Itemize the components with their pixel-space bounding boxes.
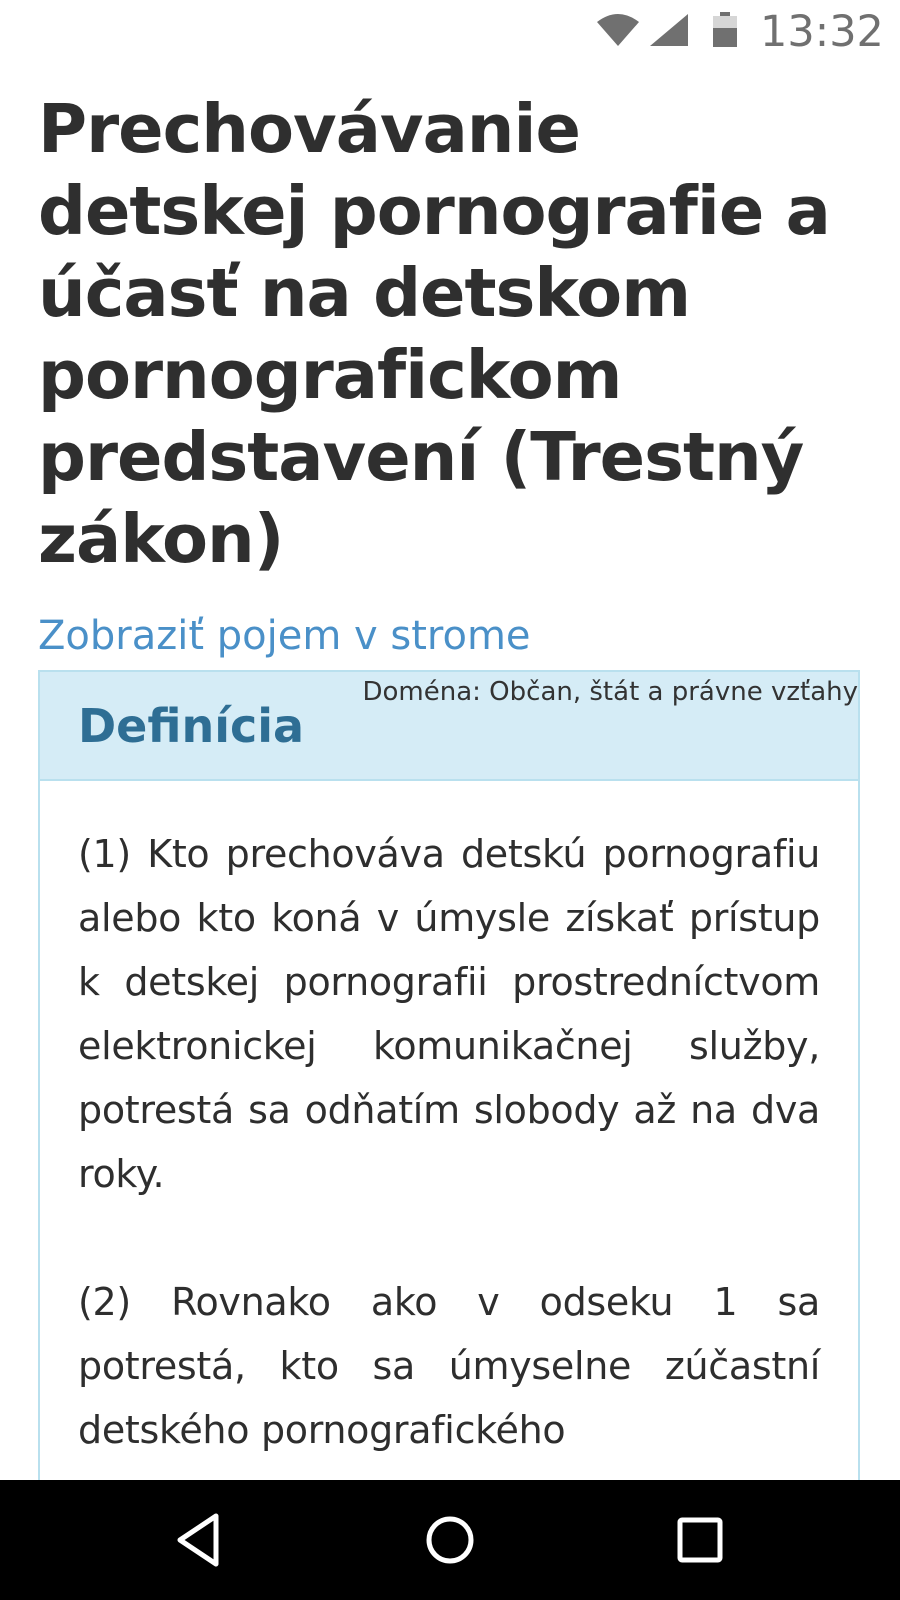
page-content[interactable]: Prechovávanie detskej pornografie a účas…	[0, 66, 900, 1480]
definition-paragraph-2: (2) Rovnako ako v odseku 1 sa potrestá, …	[78, 1280, 820, 1452]
status-bar: 13:32	[0, 0, 900, 66]
screen: 13:32 Prechovávanie detskej pornografie …	[0, 0, 900, 1600]
home-icon[interactable]	[416, 1506, 484, 1574]
back-icon[interactable]	[166, 1506, 234, 1574]
domain-label: Doména: Občan, štát a právne vzťahy	[362, 677, 859, 707]
show-in-tree-link[interactable]: Zobraziť pojem v strome	[38, 608, 878, 664]
cell-signal-icon	[650, 14, 688, 46]
definition-body: (1) Kto prechováva detskú pornografiu al…	[78, 822, 820, 1480]
battery-icon	[713, 12, 737, 47]
page-title: Prechovávanie detskej pornografie a účas…	[38, 90, 831, 578]
definition-title: Definícia	[78, 699, 305, 753]
recent-apps-icon[interactable]	[666, 1506, 734, 1574]
definition-panel: Doména: Občan, štát a právne vzťahy Defi…	[38, 670, 860, 1480]
wifi-icon	[597, 14, 639, 46]
definition-panel-header: Doména: Občan, štát a právne vzťahy Defi…	[40, 672, 858, 781]
status-time: 13:32	[760, 7, 884, 57]
navigation-bar	[0, 1480, 900, 1600]
definition-paragraph-1: (1) Kto prechováva detskú pornografiu al…	[78, 832, 820, 1196]
